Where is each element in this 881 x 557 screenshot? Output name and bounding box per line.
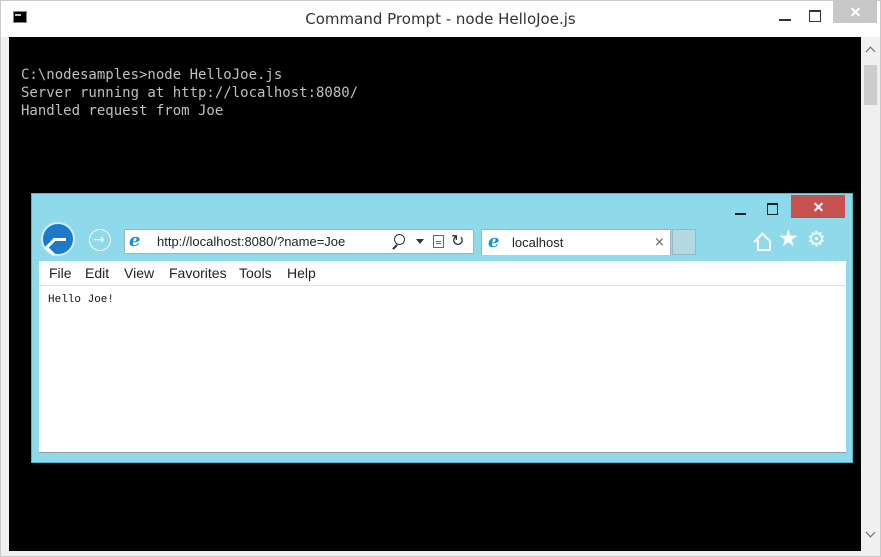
compatibility-view-icon[interactable] <box>433 235 444 248</box>
gear-icon[interactable]: ⚙ <box>807 227 826 251</box>
vertical-scrollbar[interactable] <box>861 37 880 551</box>
address-bar[interactable]: e http://localhost:8080/?name=Joe ↻ <box>124 229 474 254</box>
console-lines: C:\nodesamples>node HelloJoe.js Server r… <box>21 66 358 120</box>
scroll-down-icon[interactable] <box>866 529 875 538</box>
tab-close-icon[interactable]: × <box>654 230 665 256</box>
menu-tools[interactable]: Tools <box>239 261 272 285</box>
cmd-minimize-button[interactable] <box>771 5 799 27</box>
menu-file[interactable]: File <box>49 261 72 285</box>
console-line: C:\nodesamples>node HelloJoe.js <box>21 67 283 83</box>
cmd-window-title: Command Prompt - node HelloJoe.js <box>305 10 576 28</box>
console-line: Handled request from Joe <box>21 103 224 119</box>
scrollbar-thumb[interactable] <box>864 65 877 105</box>
ie-logo-icon: e <box>488 231 500 252</box>
cmd-titlebar[interactable]: Command Prompt - node HelloJoe.js <box>1 1 880 37</box>
search-icon[interactable] <box>391 234 406 249</box>
tab-label: localhost <box>512 235 564 250</box>
ie-close-button[interactable] <box>791 195 845 218</box>
star-icon[interactable]: ★ <box>778 227 799 251</box>
ie-minimize-button[interactable] <box>729 199 753 219</box>
refresh-icon[interactable]: ↻ <box>451 231 464 251</box>
cmd-maximize-button[interactable] <box>801 5 829 27</box>
menu-favorites[interactable]: Favorites <box>169 261 227 285</box>
tab-localhost[interactable]: e localhost × <box>481 229 671 255</box>
back-arrow-icon[interactable] <box>41 222 75 256</box>
menu-help[interactable]: Help <box>287 261 316 285</box>
ie-logo-icon: e <box>129 230 141 251</box>
menu-edit[interactable]: Edit <box>85 261 109 285</box>
ie-maximize-button[interactable] <box>760 199 784 219</box>
menu-view[interactable]: View <box>124 261 154 285</box>
home-icon[interactable] <box>753 231 773 251</box>
new-tab-button[interactable] <box>672 229 696 255</box>
console-line: Server running at http://localhost:8080/ <box>21 85 359 101</box>
menu-bar: File Edit View Favorites Tools Help <box>39 261 846 286</box>
address-url[interactable]: http://localhost:8080/?name=Joe <box>157 230 345 253</box>
browser-window: e http://localhost:8080/?name=Joe ↻ e lo… <box>31 193 853 463</box>
page-content[interactable]: Hello Joe! <box>39 286 846 453</box>
forward-arrow-icon[interactable] <box>89 229 111 251</box>
cmd-close-button[interactable] <box>833 1 877 23</box>
scroll-up-icon[interactable] <box>866 45 875 54</box>
page-body-text: Hello Joe! <box>48 294 115 306</box>
chevron-down-icon[interactable] <box>416 239 424 244</box>
